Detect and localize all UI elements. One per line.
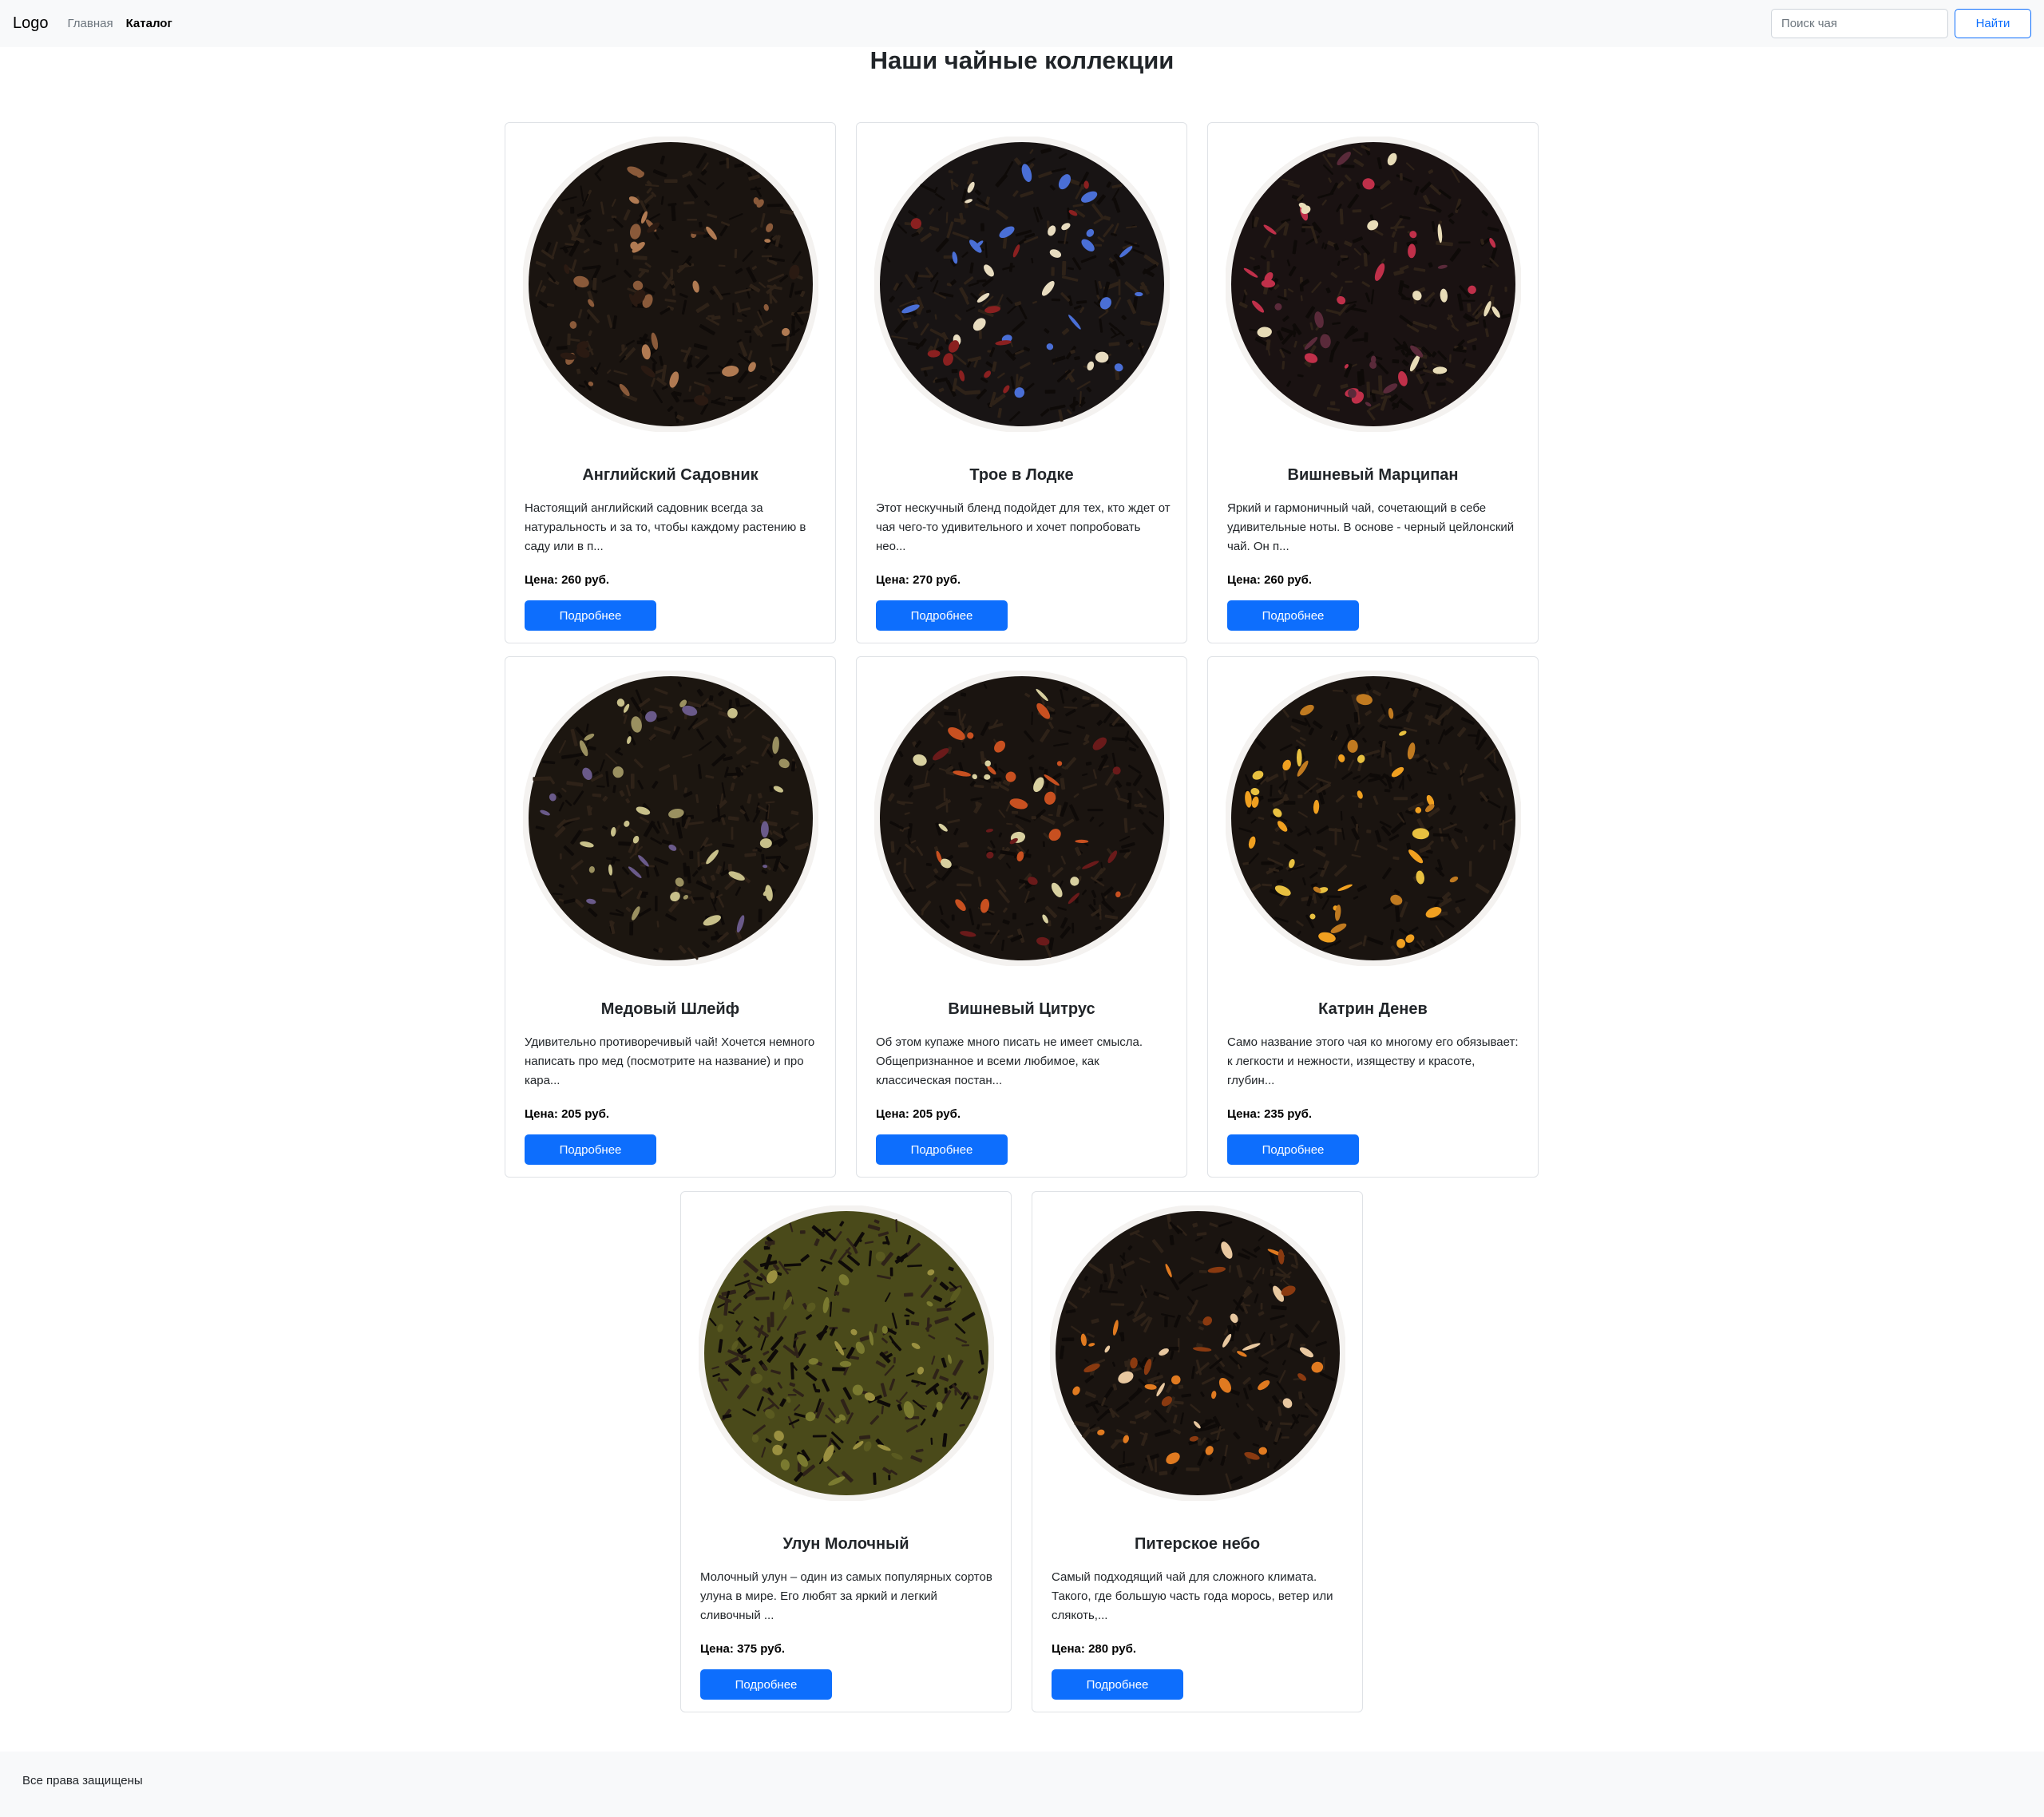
product-name: Вишневый Марципан — [1287, 466, 1459, 484]
product-name: Английский Садовник — [582, 466, 759, 484]
product-card: Английский Садовник Настоящий английский… — [505, 122, 836, 643]
footer: Все права защищены — [0, 1752, 2044, 1817]
price-label: Цена: — [1052, 1642, 1085, 1656]
nav-link-catalog[interactable]: Каталог — [126, 17, 172, 30]
price-value: 270 руб. — [913, 573, 961, 587]
product-description: Удивительно противоречивый чай! Хочется … — [525, 1035, 815, 1087]
product-description: Самый подходящий чай для сложного климат… — [1052, 1570, 1333, 1622]
tea-leaves-image — [873, 671, 1170, 966]
product-description: Яркий и гармоничный чай, сочетающий в се… — [1227, 501, 1515, 553]
price-label: Цена: — [876, 1107, 909, 1121]
product-card: Трое в Лодке Этот нескучный бленд подойд… — [856, 122, 1187, 643]
product-description: Молочный улун – один из самых популярных… — [700, 1570, 992, 1622]
product-price: Цена: 205 руб. — [525, 1107, 609, 1121]
product-name: Улун Молочный — [782, 1535, 909, 1553]
search-button[interactable]: Найти — [1955, 9, 2031, 38]
product-name: Катрин Денев — [1318, 1000, 1428, 1018]
price-value: 375 руб. — [737, 1642, 785, 1656]
price-value: 205 руб. — [913, 1107, 961, 1121]
tea-leaves-image — [1049, 1205, 1345, 1501]
page-title: Наши чайные коллекции — [869, 46, 1175, 74]
price-value: 205 руб. — [561, 1107, 609, 1121]
price-label: Цена: — [525, 1107, 558, 1121]
product-price: Цена: 260 руб. — [525, 573, 609, 587]
product-name: Медовый Шлейф — [600, 1000, 740, 1018]
product-description: Об этом купаже много писать не имеет смы… — [876, 1035, 1143, 1087]
details-button[interactable]: Подробнее — [876, 1134, 1008, 1165]
details-button[interactable]: Подробнее — [700, 1669, 832, 1700]
product-description: Само название этого чая ко многому его о… — [1227, 1035, 1519, 1087]
nav-link-home[interactable]: Главная — [68, 17, 113, 30]
navbar: Logo Главная Каталог Найти — [0, 0, 2044, 47]
details-button[interactable]: Подробнее — [525, 600, 656, 631]
footer-text: Все права защищены — [22, 1774, 143, 1787]
product-price: Цена: 280 руб. — [1052, 1642, 1136, 1656]
price-value: 235 руб. — [1264, 1107, 1312, 1121]
price-value: 260 руб. — [1264, 573, 1312, 587]
product-price: Цена: 235 руб. — [1227, 1107, 1312, 1121]
details-button[interactable]: Подробнее — [1052, 1669, 1183, 1700]
price-label: Цена: — [876, 573, 909, 587]
product-image — [857, 125, 1186, 444]
price-value: 260 руб. — [561, 573, 609, 587]
product-image — [1208, 659, 1538, 978]
price-label: Цена: — [700, 1642, 734, 1656]
tea-leaves-image — [698, 1205, 994, 1501]
product-name: Вишневый Цитрус — [948, 1000, 1095, 1018]
price-label: Цена: — [1227, 573, 1261, 587]
details-button[interactable]: Подробнее — [876, 600, 1008, 631]
tea-leaves-image — [873, 137, 1170, 432]
tea-leaves-image — [1225, 137, 1521, 432]
product-image — [505, 659, 835, 978]
tea-leaves-image — [522, 671, 818, 966]
search-input[interactable] — [1771, 9, 1948, 38]
product-card: Катрин Денев Само название этого чая ко … — [1207, 656, 1539, 1178]
logo[interactable]: Logo — [13, 14, 49, 33]
product-name: Питерское небо — [1134, 1535, 1261, 1553]
product-image — [681, 1194, 1011, 1513]
product-image — [1208, 125, 1538, 444]
product-card: Улун Молочный Молочный улун – один из са… — [680, 1191, 1012, 1712]
product-card: Вишневый Цитрус Об этом купаже много пис… — [856, 656, 1187, 1178]
product-price: Цена: 375 руб. — [700, 1642, 785, 1656]
product-price: Цена: 270 руб. — [876, 573, 961, 587]
product-description: Настоящий английский садовник всегда за … — [525, 501, 806, 553]
product-price: Цена: 205 руб. — [876, 1107, 961, 1121]
product-description: Этот нескучный бленд подойдет для тех, к… — [876, 501, 1171, 553]
details-button[interactable]: Подробнее — [525, 1134, 656, 1165]
details-button[interactable]: Подробнее — [1227, 600, 1359, 631]
product-card: Питерское небо Самый подходящий чай для … — [1032, 1191, 1363, 1712]
price-label: Цена: — [525, 573, 558, 587]
tea-leaves-image — [522, 137, 818, 432]
price-value: 280 руб. — [1088, 1642, 1136, 1656]
product-price: Цена: 260 руб. — [1227, 573, 1312, 587]
details-button[interactable]: Подробнее — [1227, 1134, 1359, 1165]
product-card: Вишневый Марципан Яркий и гармоничный ча… — [1207, 122, 1539, 643]
product-name: Трое в Лодке — [969, 466, 1074, 484]
product-image — [857, 659, 1186, 978]
tea-leaves-image — [1225, 671, 1521, 966]
product-image — [505, 125, 835, 444]
product-image — [1032, 1194, 1362, 1513]
price-label: Цена: — [1227, 1107, 1261, 1121]
product-card: Медовый Шлейф Удивительно противоречивый… — [505, 656, 836, 1178]
